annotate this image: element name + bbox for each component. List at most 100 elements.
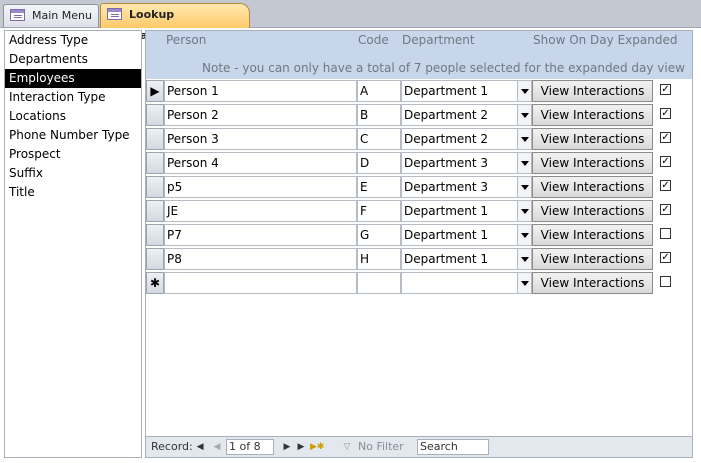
code-field[interactable]: F (357, 200, 401, 222)
current-record-marker[interactable]: ▶ (146, 80, 164, 102)
show-on-day-expanded-checkbox[interactable]: ✓ (660, 156, 671, 167)
record-selector[interactable] (146, 152, 164, 174)
chevron-down-icon[interactable] (517, 249, 531, 269)
code-field[interactable]: H (357, 248, 401, 270)
lookup-type-list[interactable]: Address Type Departments Employees Inter… (4, 30, 142, 458)
chevron-down-icon[interactable] (517, 153, 531, 173)
department-combobox[interactable]: Department 3 (401, 176, 532, 198)
list-item-locations[interactable]: Locations (5, 107, 141, 126)
code-field[interactable]: G (357, 224, 401, 246)
table-row: p5 E Department 3 View Interactions ✓ (146, 176, 692, 200)
chevron-down-icon[interactable] (517, 273, 531, 293)
table-row: P8 H Department 1 View Interactions ✓ (146, 248, 692, 272)
view-interactions-button[interactable]: View Interactions (532, 104, 653, 126)
person-name-field[interactable]: JE (164, 200, 357, 222)
department-combobox[interactable]: Department 1 (401, 80, 532, 102)
search-input[interactable]: Search (417, 439, 489, 455)
department-value: Department 3 (404, 156, 489, 170)
department-combobox[interactable]: Department 1 (401, 224, 532, 246)
code-field[interactable]: B (357, 104, 401, 126)
person-name-field[interactable]: Person 4 (164, 152, 357, 174)
view-interactions-button[interactable]: View Interactions (532, 80, 653, 102)
table-row: Person 3 C Department 2 View Interactions ✓ (146, 128, 692, 152)
person-name-field[interactable]: p5 (164, 176, 357, 198)
header-person: Person (166, 33, 207, 47)
view-interactions-button[interactable]: View Interactions (532, 224, 653, 246)
list-item-title[interactable]: Title (5, 183, 141, 202)
show-on-day-expanded-checkbox[interactable]: ✓ (660, 84, 671, 95)
last-record-icon[interactable]: ▶ (296, 440, 306, 454)
department-combobox[interactable]: Department 2 (401, 104, 532, 126)
record-selector[interactable] (146, 176, 164, 198)
header-show-on-day-expanded: Show On Day Expanded (533, 33, 678, 47)
view-interactions-button[interactable]: View Interactions (532, 128, 653, 150)
record-selector[interactable] (146, 104, 164, 126)
department-value: Department 1 (404, 228, 489, 242)
filter-icon: ▽ (343, 442, 351, 452)
form-icon (10, 9, 25, 21)
chevron-down-icon[interactable] (517, 201, 531, 221)
table-row: ✱ View Interactions (146, 272, 692, 296)
list-item-employees[interactable]: Employees (5, 69, 141, 88)
show-on-day-expanded-checkbox[interactable]: ✓ (660, 132, 671, 143)
view-interactions-button[interactable]: View Interactions (532, 176, 653, 198)
person-name-field[interactable]: Person 3 (164, 128, 357, 150)
no-filter-label[interactable]: No Filter (358, 440, 404, 454)
code-field[interactable] (357, 272, 401, 294)
person-name-field[interactable] (164, 272, 357, 294)
table-row: JE F Department 1 View Interactions ✓ (146, 200, 692, 224)
show-on-day-expanded-checkbox[interactable] (660, 276, 671, 287)
next-record-icon[interactable]: ▶ (282, 440, 292, 454)
view-interactions-button[interactable]: View Interactions (532, 200, 653, 222)
view-interactions-button[interactable]: View Interactions (532, 152, 653, 174)
show-on-day-expanded-checkbox[interactable]: ✓ (660, 108, 671, 119)
show-on-day-expanded-checkbox[interactable] (660, 228, 671, 239)
list-item-phone-number-type[interactable]: Phone Number Type (5, 126, 141, 145)
show-on-day-expanded-checkbox[interactable]: ✓ (660, 252, 671, 263)
show-on-day-expanded-checkbox[interactable]: ✓ (660, 180, 671, 191)
code-field[interactable]: E (357, 176, 401, 198)
list-item-prospect[interactable]: Prospect (5, 145, 141, 164)
show-on-day-expanded-checkbox[interactable]: ✓ (660, 204, 671, 215)
department-value: Department 1 (404, 252, 489, 266)
current-record-field[interactable]: 1 of 8 (226, 439, 274, 455)
record-label: Record: (151, 440, 193, 453)
list-item-interaction-type[interactable]: Interaction Type (5, 88, 141, 107)
new-record-marker[interactable]: ✱ (146, 272, 164, 294)
department-combobox[interactable]: Department 3 (401, 152, 532, 174)
tab-lookup-maintenance[interactable]: Lookup Maintenance (100, 3, 250, 42)
chevron-down-icon[interactable] (517, 129, 531, 149)
list-item-suffix[interactable]: Suffix (5, 164, 141, 183)
person-name-field[interactable]: Person 1 (164, 80, 357, 102)
department-value: Department 2 (404, 132, 489, 146)
table-row: ▶ Person 1 A Department 1 View Interactions ✓ (146, 80, 692, 104)
tab-main-menu[interactable]: Main Menu (3, 4, 99, 27)
table-row: P7 G Department 1 View Interactions (146, 224, 692, 248)
list-item-address-type[interactable]: Address Type (5, 31, 141, 50)
record-selector[interactable] (146, 200, 164, 222)
chevron-down-icon[interactable] (517, 225, 531, 245)
record-selector[interactable] (146, 128, 164, 150)
chevron-down-icon[interactable] (517, 81, 531, 101)
chevron-down-icon[interactable] (517, 177, 531, 197)
record-selector[interactable] (146, 224, 164, 246)
new-record-icon[interactable]: ▶✱ (310, 440, 324, 454)
code-field[interactable]: A (357, 80, 401, 102)
department-combobox[interactable]: Department 1 (401, 248, 532, 270)
code-field[interactable]: C (357, 128, 401, 150)
department-combobox[interactable] (401, 272, 532, 294)
person-name-field[interactable]: P7 (164, 224, 357, 246)
list-item-departments[interactable]: Departments (5, 50, 141, 69)
view-interactions-button[interactable]: View Interactions (532, 272, 653, 294)
chevron-down-icon[interactable] (517, 105, 531, 125)
first-record-icon[interactable]: ◀ (196, 440, 206, 454)
code-field[interactable]: D (357, 152, 401, 174)
department-combobox[interactable]: Department 2 (401, 128, 532, 150)
person-name-field[interactable]: P8 (164, 248, 357, 270)
previous-record-icon[interactable]: ◀ (212, 440, 222, 454)
view-interactions-button[interactable]: View Interactions (532, 248, 653, 270)
record-selector[interactable] (146, 248, 164, 270)
person-name-field[interactable]: Person 2 (164, 104, 357, 126)
employees-subform: Person Code Department Show On Day Expan… (145, 30, 693, 458)
department-combobox[interactable]: Department 1 (401, 200, 532, 222)
